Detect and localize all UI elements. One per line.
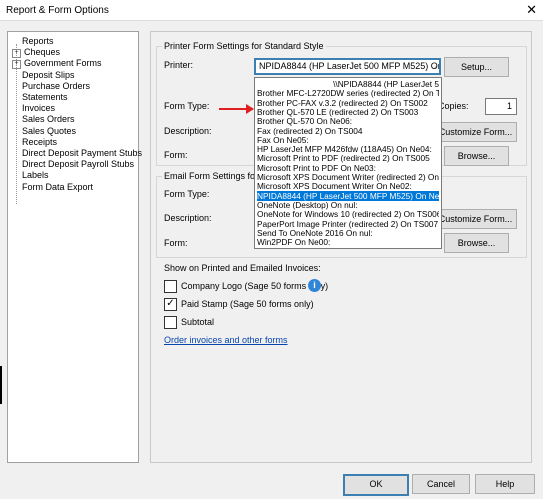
tree-item-label: Receipts bbox=[22, 136, 58, 147]
printer-group-title: Printer Form Settings for Standard Style bbox=[162, 41, 326, 51]
ok-button[interactable]: OK bbox=[343, 474, 409, 496]
tree-item[interactable]: Reports bbox=[22, 36, 54, 47]
company-logo-label: Company Logo (Sage 50 forms only) bbox=[181, 281, 329, 291]
paid-stamp-label: Paid Stamp (Sage 50 forms only) bbox=[181, 299, 314, 309]
email-description-label: Description: bbox=[164, 213, 212, 223]
copies-input[interactable]: 1 bbox=[485, 98, 517, 115]
title-bar: Report & Form Options ✕ bbox=[0, 0, 543, 21]
tree-item[interactable]: Purchase Orders bbox=[22, 81, 90, 92]
tree-item-label: Purchase Orders bbox=[22, 80, 91, 91]
subtotal-label: Subtotal bbox=[181, 317, 215, 327]
form-label: Form: bbox=[164, 150, 188, 160]
email-form-type-label: Form Type: bbox=[164, 189, 210, 199]
tree-item[interactable]: Statements bbox=[22, 92, 68, 103]
tree-item-label: Form Data Export bbox=[22, 181, 94, 192]
tree-item-label: Invoices bbox=[22, 103, 56, 114]
annotation-arrow-icon bbox=[246, 104, 254, 114]
tree-item[interactable]: Labels bbox=[22, 170, 49, 181]
printer-combo[interactable]: NPIDA8844 (HP LaserJet 500 MFP M525) Or … bbox=[254, 58, 441, 75]
email-customize-form-button[interactable]: Customize Form... bbox=[434, 209, 517, 229]
email-browse-button[interactable]: Browse... bbox=[444, 233, 509, 253]
tree-item[interactable]: Direct Deposit Payroll Stubs bbox=[22, 159, 134, 170]
checkmark-icon: ✓ bbox=[166, 298, 175, 309]
printer-value: NPIDA8844 (HP LaserJet 500 MFP M525) Or bbox=[259, 61, 441, 71]
printer-option[interactable]: Win2PDF On Ne00: bbox=[257, 237, 439, 247]
tree-item[interactable]: + Cheques bbox=[12, 47, 61, 59]
tree-item-label: Reports bbox=[22, 36, 54, 46]
email-form-label: Form: bbox=[164, 238, 188, 248]
tree-item-label: Direct Deposit Payment Stubs bbox=[22, 148, 143, 158]
tree-item-label: Deposit Slips bbox=[22, 69, 75, 80]
browse-button[interactable]: Browse... bbox=[444, 146, 509, 166]
close-icon[interactable]: ✕ bbox=[526, 2, 537, 18]
tree-item[interactable]: Direct Deposit Payment Stubs bbox=[22, 148, 142, 159]
dialog-button-bar: OK Cancel Help bbox=[0, 466, 543, 499]
order-forms-link[interactable]: Order invoices and other forms bbox=[164, 335, 288, 345]
tree-item[interactable]: Form Data Export bbox=[22, 182, 93, 193]
form-type-label: Form Type: bbox=[164, 101, 210, 111]
expand-plus-icon[interactable]: + bbox=[12, 49, 21, 59]
tree-item[interactable]: + Government Forms bbox=[12, 58, 102, 70]
edge-marker bbox=[0, 366, 2, 404]
tree-item-label: Direct Deposit Payroll Stubs bbox=[22, 159, 135, 170]
category-tree[interactable]: Reports + Cheques + Government Forms Deposit … bbox=[7, 31, 142, 463]
printer-dropdown-list[interactable]: \\NPIDA8844 (HP LaserJet 5 Brother MFC-L2… bbox=[254, 77, 442, 249]
setup-button[interactable]: Setup... bbox=[444, 57, 509, 77]
tree-item[interactable]: Receipts bbox=[22, 137, 57, 148]
cancel-button[interactable]: Cancel bbox=[412, 474, 470, 494]
tree-item-label: Cheques bbox=[24, 47, 61, 58]
tree-item[interactable]: Sales Quotes bbox=[22, 126, 76, 137]
expand-plus-icon[interactable]: + bbox=[12, 60, 21, 70]
tree-item-label: Sales Quotes bbox=[22, 125, 77, 136]
info-icon[interactable]: i bbox=[308, 279, 321, 292]
chevron-down-icon[interactable]: ⌵ bbox=[431, 60, 437, 73]
copies-label: Copies: bbox=[438, 101, 469, 111]
tree-item-label: Sales Orders bbox=[22, 114, 75, 125]
paid-stamp-checkbox[interactable]: ✓ bbox=[164, 298, 177, 311]
tree-item[interactable]: Deposit Slips bbox=[22, 70, 75, 81]
tree-item-label: Labels bbox=[22, 170, 49, 181]
window-title: Report & Form Options bbox=[6, 5, 109, 16]
tree-item-label: Statements bbox=[22, 92, 68, 102]
show-section-heading: Show on Printed and Emailed Invoices: bbox=[164, 263, 321, 273]
customize-form-button[interactable]: Customize Form... bbox=[434, 122, 517, 142]
printer-label: Printer: bbox=[164, 60, 194, 70]
tree-item[interactable]: Sales Orders bbox=[22, 114, 75, 125]
tree-item[interactable]: Invoices bbox=[22, 103, 55, 114]
subtotal-checkbox[interactable] bbox=[164, 316, 177, 329]
description-label: Description: bbox=[164, 126, 212, 136]
company-logo-checkbox[interactable] bbox=[164, 280, 177, 293]
tree-item-label: Government Forms bbox=[24, 58, 102, 69]
help-button[interactable]: Help bbox=[475, 474, 535, 494]
